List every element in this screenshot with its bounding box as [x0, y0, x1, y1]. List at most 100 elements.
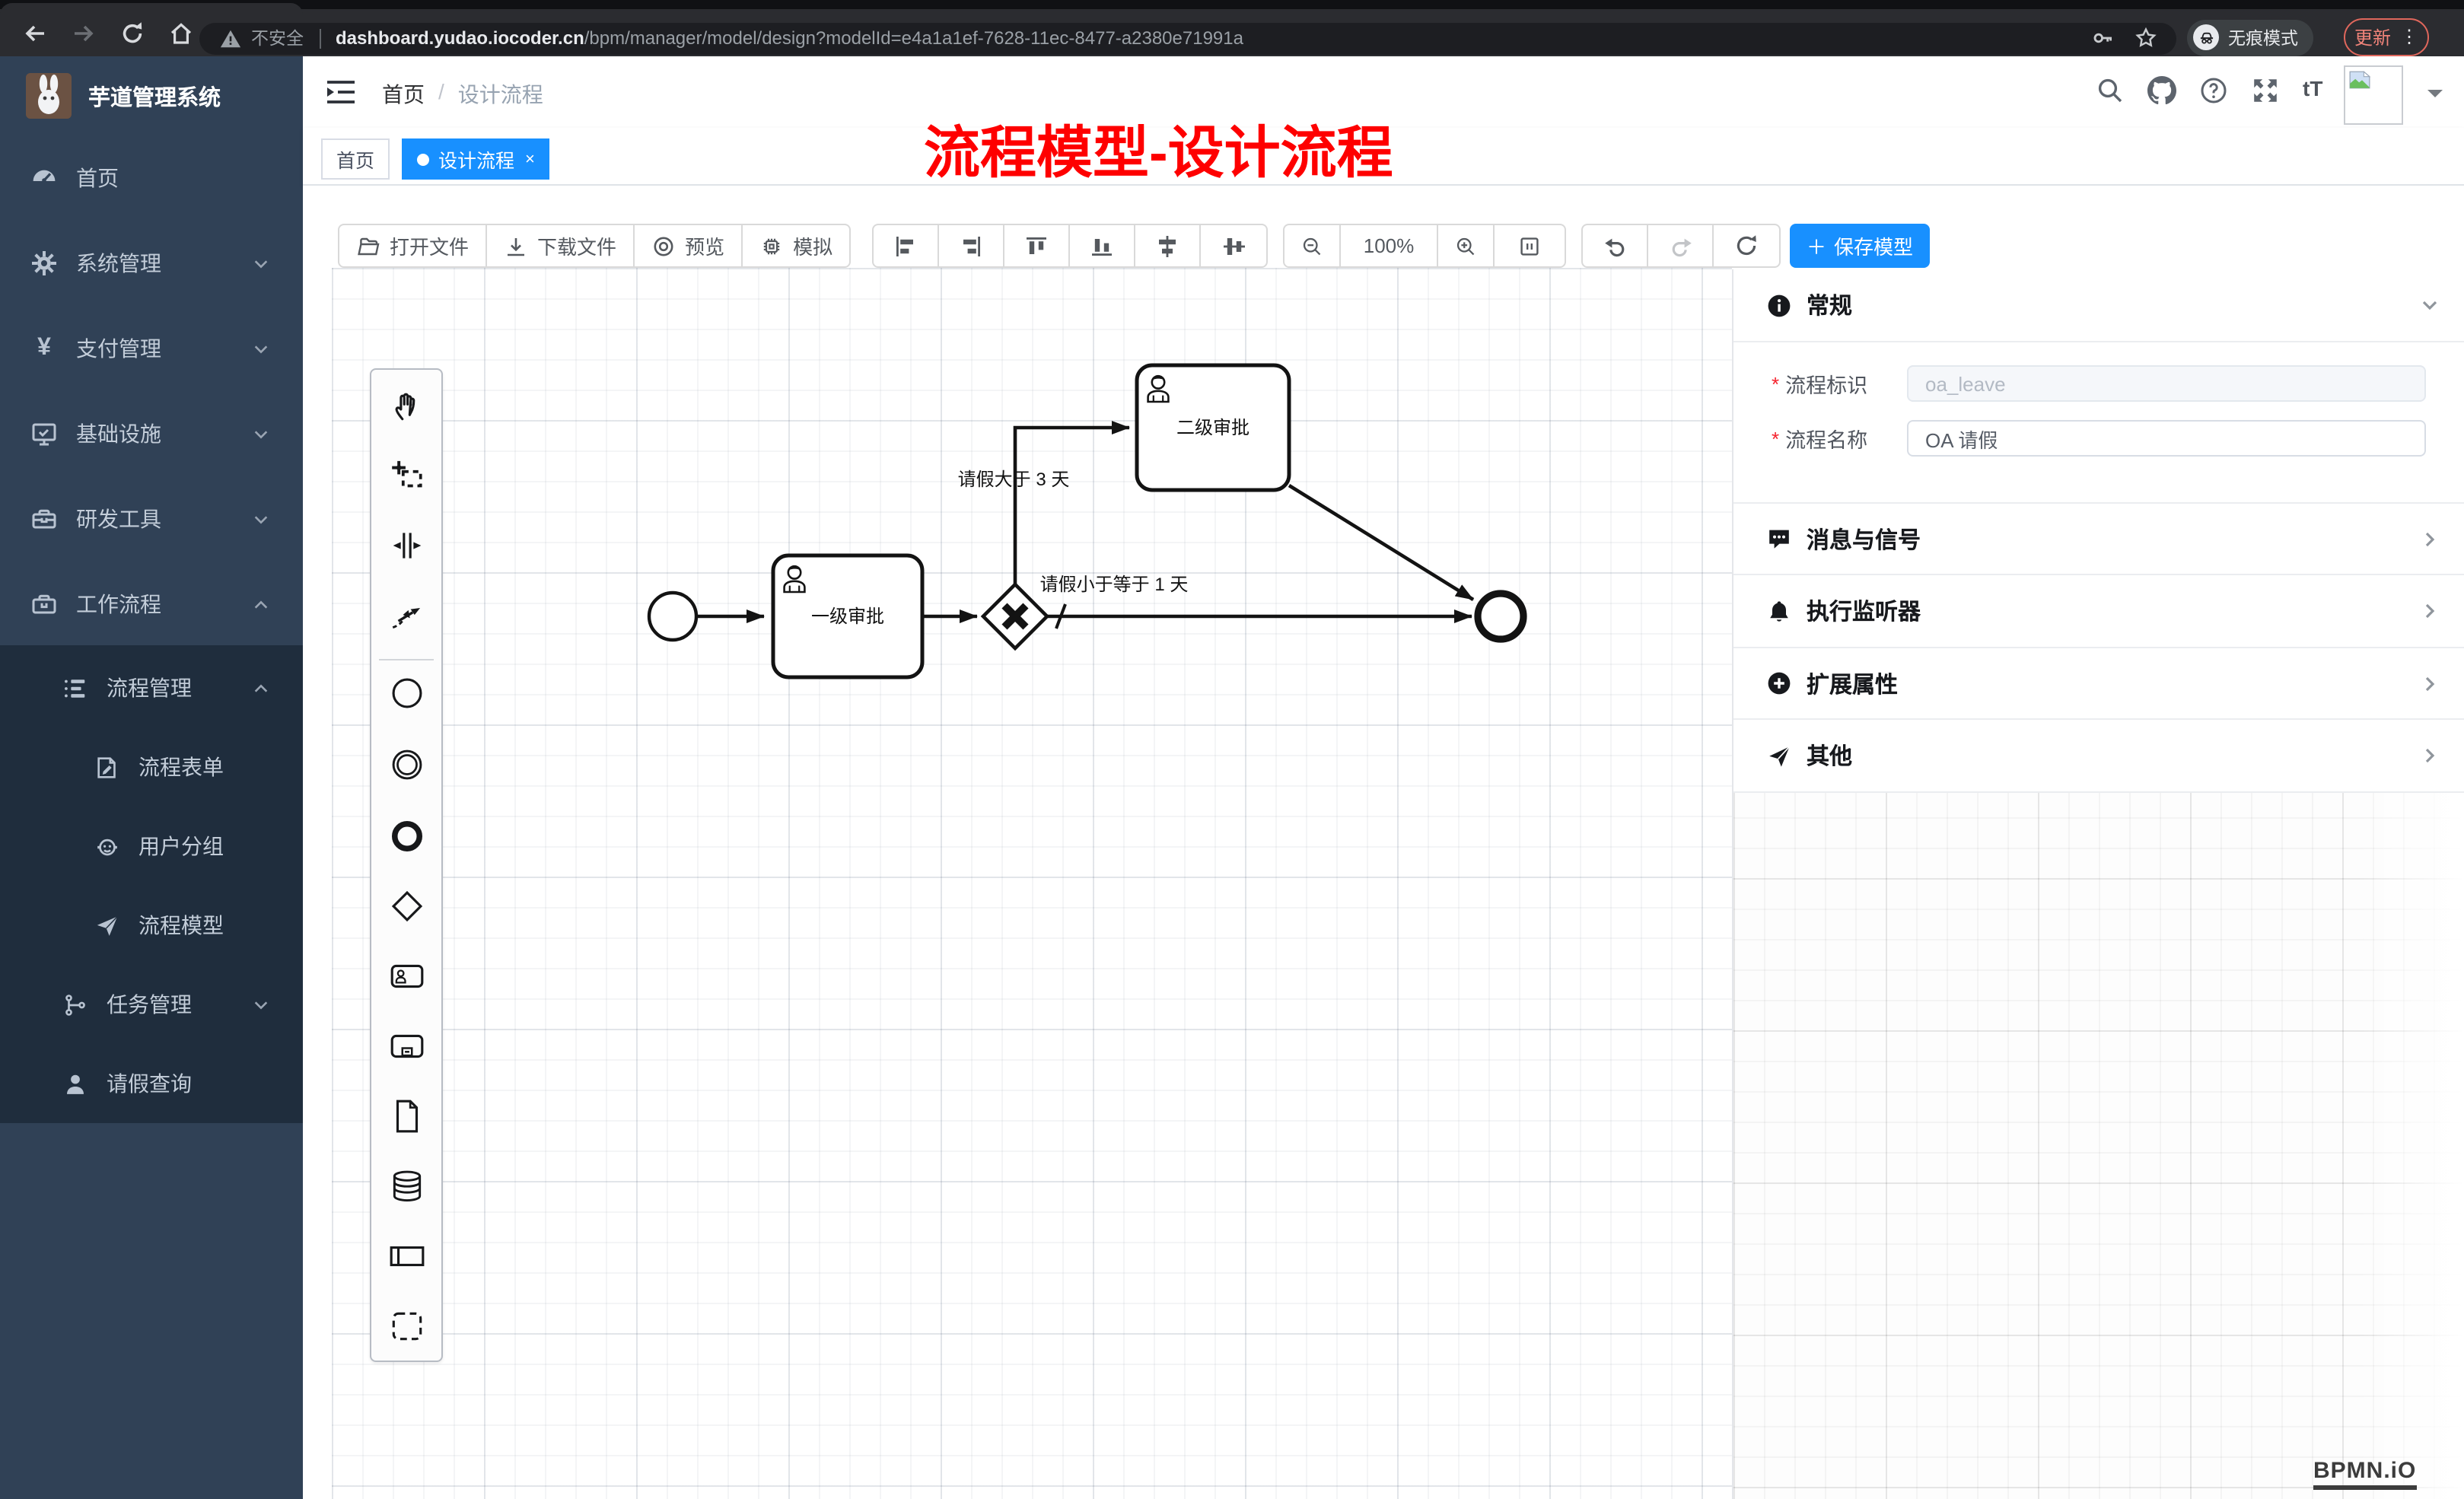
sidebar-item-home[interactable]: 首页: [0, 135, 303, 221]
github-icon[interactable]: [2147, 76, 2176, 105]
section-message-signal[interactable]: 消息与信号: [1733, 504, 2464, 575]
search-icon[interactable]: [2096, 76, 2125, 105]
sidebar-item-leave-query[interactable]: 请假查询: [0, 1044, 303, 1123]
help-icon[interactable]: [2199, 76, 2228, 105]
home-icon[interactable]: [167, 19, 195, 46]
chevron-down-icon: [253, 511, 269, 527]
font-size-icon[interactable]: tT: [2303, 76, 2322, 100]
sidebar-item-user-group[interactable]: 用户分组: [0, 807, 303, 886]
align-bottom-button[interactable]: [1070, 225, 1135, 266]
sidebar-item-process-model[interactable]: 流程模型: [0, 886, 303, 965]
sidebar-item-label: 系统管理: [76, 248, 161, 278]
list-tree-icon: [62, 675, 88, 701]
start-event[interactable]: [649, 593, 696, 640]
chevron-right-icon: [2420, 529, 2440, 549]
incognito-icon: [2193, 24, 2219, 50]
section-general[interactable]: 常规: [1733, 269, 2464, 342]
breadcrumb-home[interactable]: 首页: [382, 79, 425, 110]
save-model-button[interactable]: ＋ 保存模型: [1790, 224, 1930, 268]
redo-button[interactable]: [1648, 225, 1714, 266]
key-icon[interactable]: [2091, 26, 2115, 50]
sidebar-item-system[interactable]: 系统管理: [0, 221, 303, 306]
update-label: 更新: [2354, 24, 2391, 49]
avatar[interactable]: [2344, 65, 2403, 125]
chevron-right-icon: [2420, 746, 2440, 765]
sidebar-item-devtools[interactable]: 研发工具: [0, 476, 303, 562]
sidebar-item-infrastructure[interactable]: 基础设施: [0, 391, 303, 476]
align-center-horizontal-button[interactable]: [1201, 225, 1266, 266]
task-label: 一级审批: [811, 606, 884, 627]
required-mark: *: [1772, 427, 1779, 450]
undo-button[interactable]: [1583, 225, 1648, 266]
reload-icon[interactable]: [119, 19, 146, 46]
exclusive-gateway[interactable]: [983, 584, 1047, 648]
align-top-button[interactable]: [1004, 225, 1070, 266]
forward-icon[interactable]: [70, 19, 97, 46]
breadcrumb-separator: /: [438, 79, 444, 110]
flow-task2-to-end[interactable]: [1289, 485, 1473, 600]
undo-icon: [1602, 233, 1628, 259]
back-icon[interactable]: [21, 19, 49, 46]
message-icon: [1767, 527, 1791, 551]
process-name-input[interactable]: [1907, 420, 2426, 457]
sidebar-item-label: 任务管理: [107, 989, 192, 1020]
sidebar-item-label: 请假查询: [107, 1068, 192, 1099]
section-other[interactable]: 其他: [1733, 720, 2464, 793]
security-label: 不安全: [251, 26, 304, 50]
button-label: 下载文件: [537, 231, 616, 260]
align-center-vertical-button[interactable]: [1135, 225, 1201, 266]
required-mark: *: [1772, 372, 1779, 395]
browser-menu-icon[interactable]: ⋮: [2400, 26, 2418, 47]
simulate-button[interactable]: 模拟: [743, 225, 849, 266]
zoom-in-button[interactable]: [1438, 225, 1495, 266]
open-file-button[interactable]: 打开文件: [339, 225, 487, 266]
download-file-button[interactable]: 下载文件: [487, 225, 635, 266]
zoom-out-button[interactable]: [1285, 225, 1341, 266]
section-extended-attrs[interactable]: 扩展属性: [1733, 648, 2464, 720]
yen-icon: ¥: [30, 335, 58, 362]
monitor-icon: [30, 420, 58, 447]
end-event[interactable]: [1478, 594, 1523, 639]
task-label: 二级审批: [1176, 418, 1250, 438]
send-icon: [1767, 743, 1791, 768]
bookmark-star-icon[interactable]: [2134, 26, 2158, 50]
user-task-level2[interactable]: 二级审批: [1137, 365, 1289, 490]
align-bottom-icon: [1090, 234, 1114, 258]
restart-button[interactable]: [1714, 225, 1779, 266]
avatar-caret-icon[interactable]: [2427, 90, 2443, 105]
sidebar-item-workflow[interactable]: 工作流程: [0, 562, 303, 647]
sidebar-item-payment[interactable]: ¥ 支付管理: [0, 306, 303, 391]
tab-label: 设计流程: [438, 145, 514, 173]
url-bar[interactable]: 不安全 dashboard.yudao.iocoder.cn/bpm/manag…: [199, 22, 2176, 54]
tab-home[interactable]: 首页: [321, 138, 390, 180]
incognito-label: 无痕模式: [2228, 25, 2298, 49]
field-label: 流程标识: [1785, 368, 1867, 399]
update-button[interactable]: 更新 ⋮: [2344, 18, 2429, 56]
align-center-horizontal-icon: [1221, 234, 1246, 258]
app-logo[interactable]: 芋道管理系统: [0, 56, 303, 135]
process-key-input[interactable]: [1907, 365, 2426, 402]
fullscreen-icon[interactable]: [2251, 76, 2280, 105]
section-execution-listener[interactable]: 执行监听器: [1733, 575, 2464, 648]
flow-label-le1: 请假小于等于 1 天: [1040, 574, 1189, 595]
flow-label-gt3: 请假大于 3 天: [958, 469, 1070, 490]
history-toolbar-group: [1581, 224, 1781, 268]
align-left-button[interactable]: [874, 225, 939, 266]
watermark-label: BPMN.iO: [2313, 1458, 2416, 1484]
close-icon[interactable]: ×: [525, 150, 535, 168]
sidebar-item-label: 流程管理: [107, 673, 192, 703]
zoom-reset-button[interactable]: [1495, 225, 1565, 266]
collapse-sidebar-icon[interactable]: [326, 79, 356, 105]
user-task-level1[interactable]: 一级审批: [773, 555, 922, 677]
align-right-button[interactable]: [939, 225, 1004, 266]
sidebar-item-task-mgmt[interactable]: 任务管理: [0, 965, 303, 1044]
preview-icon: [651, 234, 676, 258]
tab-design-process[interactable]: 设计流程 ×: [402, 138, 550, 180]
preview-button[interactable]: 预览: [635, 225, 743, 266]
zoom-toolbar-group: 100%: [1283, 224, 1566, 268]
sidebar-item-process-mgmt[interactable]: 流程管理: [0, 648, 303, 727]
bpmn-io-watermark[interactable]: BPMN.iO: [2313, 1458, 2416, 1490]
sidebar-item-process-form[interactable]: 流程表单: [0, 727, 303, 807]
flow-gateway-to-task2[interactable]: [1015, 428, 1129, 584]
user-icon: [62, 1071, 88, 1096]
